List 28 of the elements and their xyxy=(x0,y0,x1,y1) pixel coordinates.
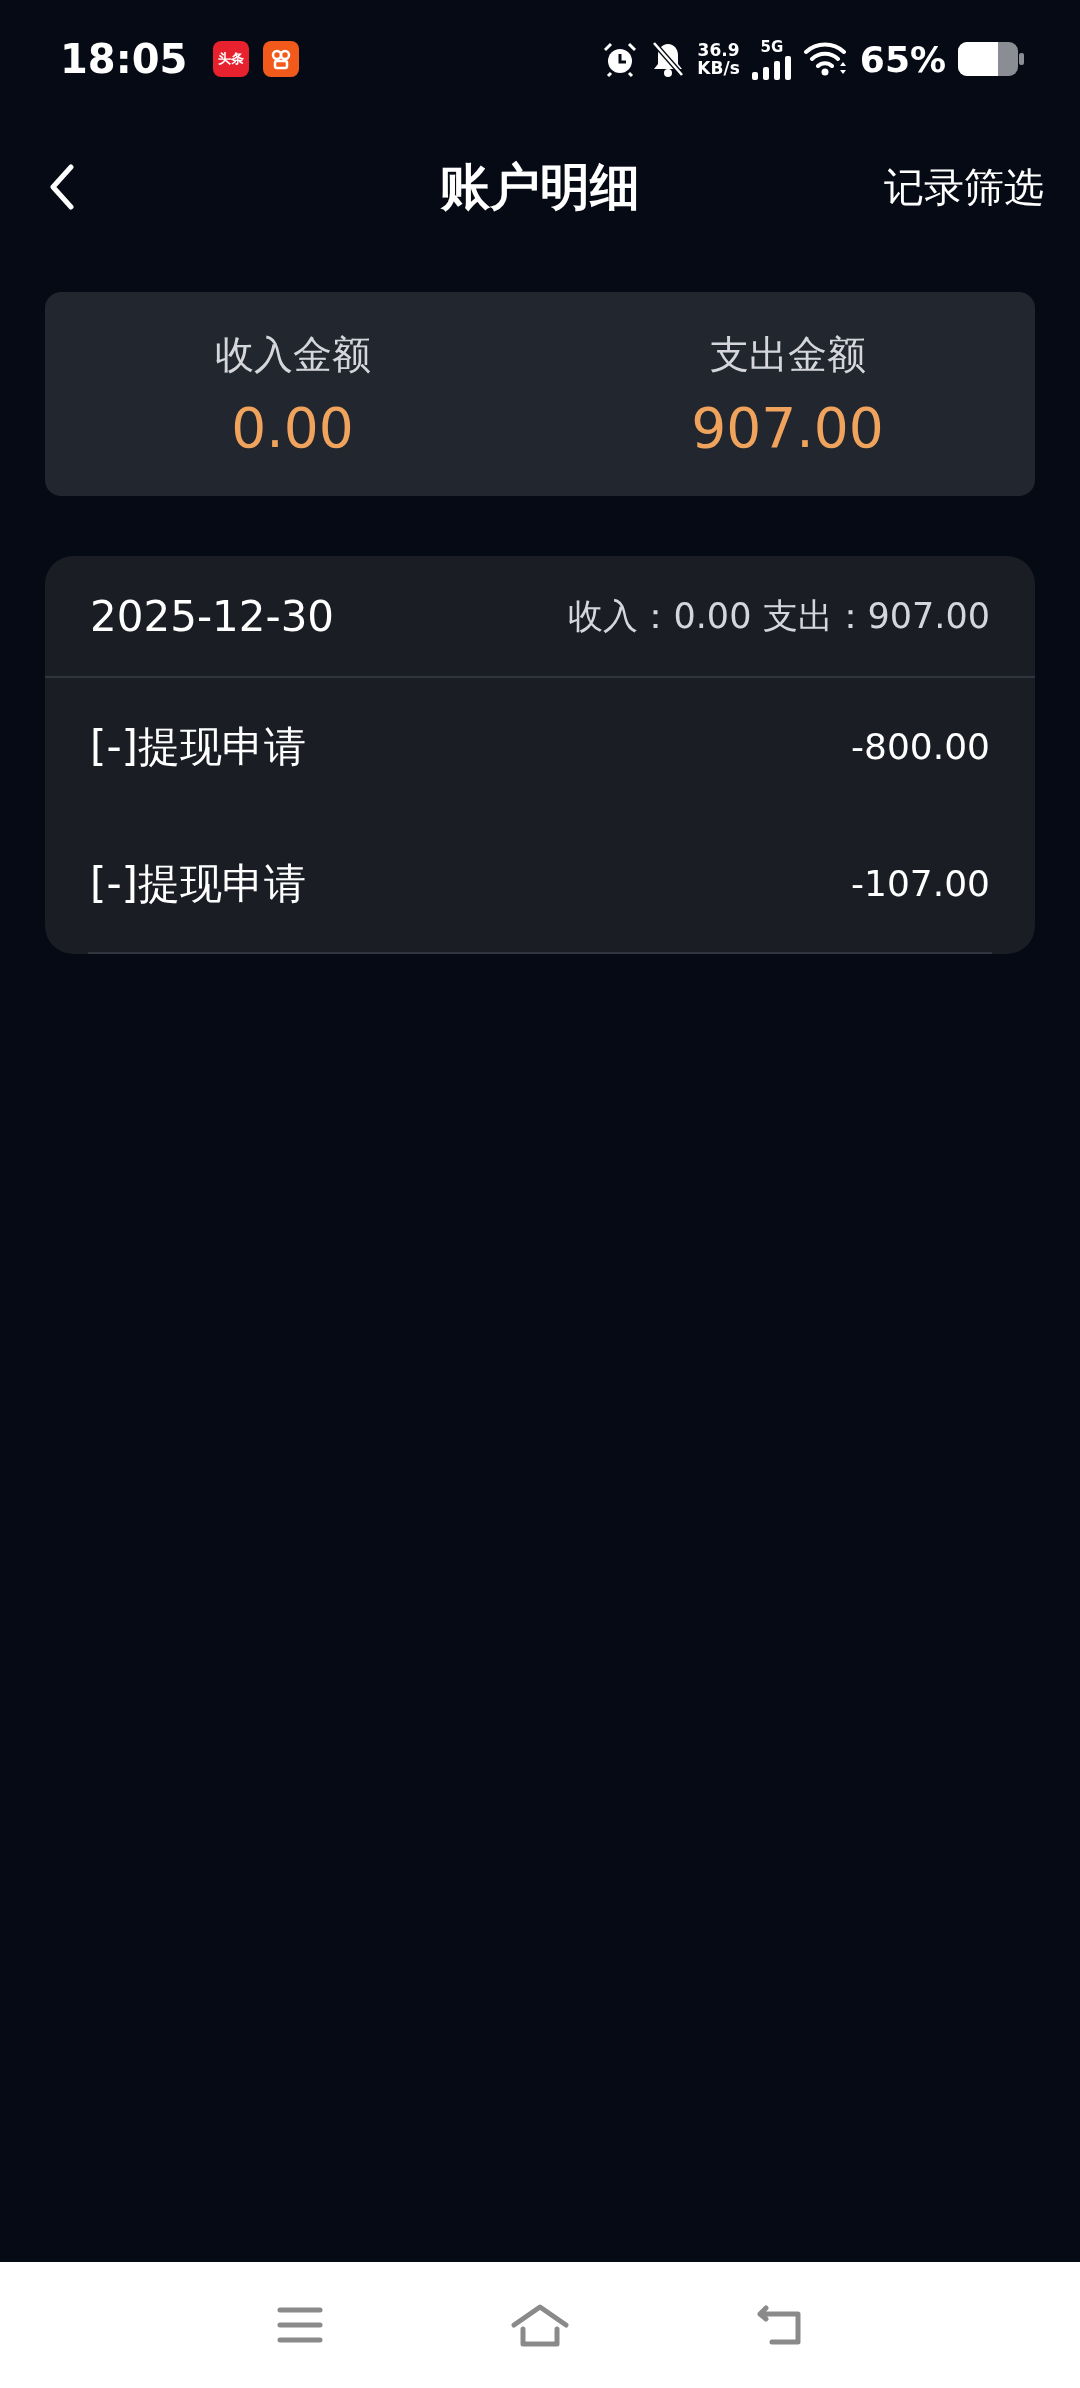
signal-icon xyxy=(751,56,792,80)
back-button[interactable] xyxy=(50,164,74,210)
filter-link[interactable]: 记录筛选 xyxy=(884,159,1044,215)
record-amount: -107.00 xyxy=(851,863,990,904)
summary-label: 收入金额 xyxy=(214,331,371,379)
back-nav-icon[interactable] xyxy=(756,2304,804,2346)
summary-amount: 0.00 xyxy=(231,396,354,460)
muted-bell-icon xyxy=(651,40,686,78)
speed-unit: KB/s xyxy=(697,59,740,77)
record-date: 2025-12-30 xyxy=(90,591,335,641)
record-row[interactable]: [-]提现申请 -107.00 xyxy=(45,815,1035,952)
record-title: [-]提现申请 xyxy=(90,720,306,773)
menu-icon[interactable] xyxy=(277,2306,323,2344)
summary-label: 支出金额 xyxy=(709,331,866,379)
daily-totals: 收入：0.00 支出：907.00 xyxy=(568,594,990,638)
record-row[interactable]: [-]提现申请 -800.00 xyxy=(45,678,1035,815)
network-type: 5G xyxy=(760,38,784,56)
clock-time: 18:05 xyxy=(60,36,188,82)
battery-icon xyxy=(958,42,1024,76)
page-title: 账户明细 xyxy=(440,156,640,218)
app-icon: 头条 xyxy=(213,41,250,77)
record-title: [-]提现申请 xyxy=(90,857,306,910)
battery-level: 65% xyxy=(859,38,946,80)
wifi-icon xyxy=(803,41,848,77)
network-speed: 36.9 xyxy=(697,41,740,59)
home-icon[interactable] xyxy=(511,2303,569,2347)
summary-amount: 907.00 xyxy=(691,396,884,460)
record-amount: -800.00 xyxy=(851,726,990,767)
